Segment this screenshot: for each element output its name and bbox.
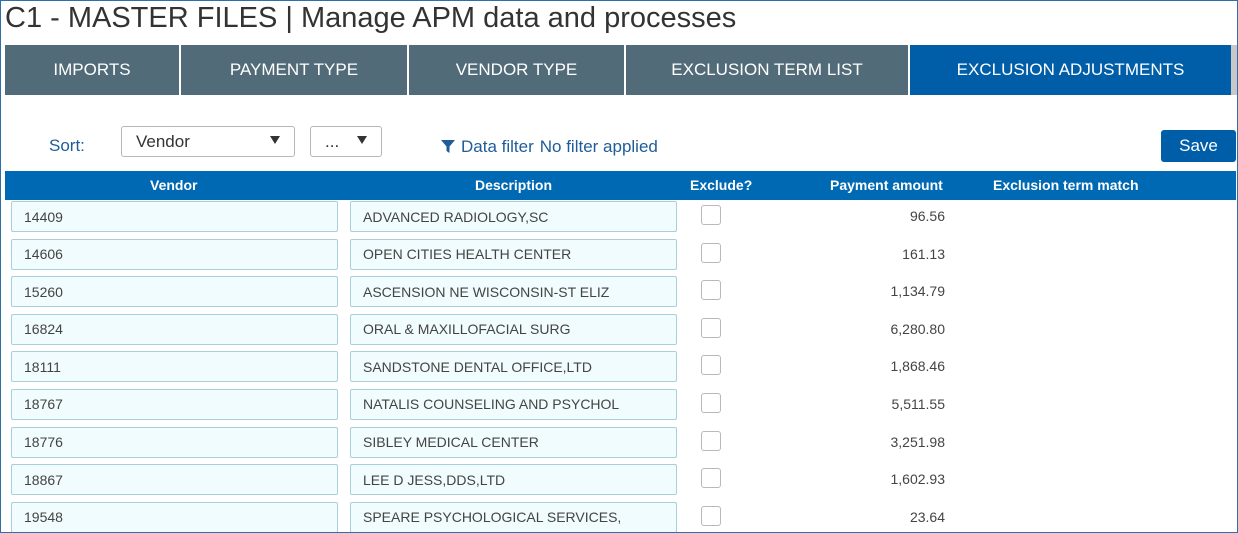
tab-imports[interactable]: IMPORTS [5, 45, 181, 95]
vendor-field[interactable]: 15260 [11, 276, 338, 308]
payment-amount: 6,280.80 [890, 320, 946, 337]
exclude-checkbox[interactable] [701, 392, 721, 413]
table-row: 19548 SPEARE PSYCHOLOGICAL SERVICES, 23.… [1, 501, 1237, 532]
table-row: 18776 SIBLEY MEDICAL CENTER 3,251.98 [1, 426, 1237, 464]
payment-amount: 23.64 [909, 508, 945, 525]
exclude-checkbox[interactable] [701, 430, 721, 451]
payment-amount: 161.13 [902, 245, 945, 262]
table-row: 16824 ORAL & MAXILLOFACIAL SURG 6,280.80 [1, 313, 1237, 351]
tab-exclusion-term-list[interactable]: EXCLUSION TERM LIST [626, 45, 910, 95]
tab-bar: IMPORTS PAYMENT TYPE VENDOR TYPE EXCLUSI… [5, 45, 1231, 95]
vendor-field[interactable]: 18111 [11, 351, 338, 383]
table-row: 14606 OPEN CITIES HEALTH CENTER 161.13 [1, 238, 1237, 276]
exclude-checkbox[interactable] [701, 280, 721, 301]
table-row: 18111 SANDSTONE DENTAL OFFICE,LTD 1,868.… [1, 350, 1237, 388]
exclude-checkbox[interactable] [701, 242, 721, 263]
exclude-checkbox[interactable] [701, 317, 721, 338]
grid-header: Vendor Description Exclude? Payment amou… [5, 171, 1236, 200]
description-field[interactable]: SANDSTONE DENTAL OFFICE,LTD [350, 351, 677, 383]
column-header-exclusion-term-match[interactable]: Exclusion term match [993, 177, 1139, 193]
exclude-checkbox[interactable] [701, 468, 721, 489]
description-field[interactable]: LEE D JESS,DDS,LTD [350, 464, 677, 496]
description-field[interactable]: SIBLEY MEDICAL CENTER [350, 426, 677, 458]
payment-amount: 3,251.98 [890, 433, 946, 450]
page-title: C1 - MASTER FILES | Manage APM data and … [5, 2, 737, 34]
description-field[interactable]: ADVANCED RADIOLOGY,SC [350, 201, 677, 232]
vendor-field[interactable]: 18767 [11, 388, 338, 420]
description-field[interactable]: NATALIS COUNSELING AND PSYCHOL [350, 388, 677, 420]
description-field[interactable]: OPEN CITIES HEALTH CENTER [350, 238, 677, 270]
data-filter-link[interactable]: Data filter No filter applied [441, 137, 658, 157]
sort-label: Sort: [49, 136, 85, 155]
caret-down-icon [357, 136, 367, 144]
payment-amount: 96.56 [909, 208, 945, 224]
table-row: 14409 ADVANCED RADIOLOGY,SC 96.56 [1, 200, 1237, 238]
column-header-exclude[interactable]: Exclude? [690, 177, 752, 193]
vendor-field[interactable]: 18867 [11, 464, 338, 496]
sort-field-select[interactable]: Vendor [121, 126, 295, 157]
exclude-checkbox[interactable] [701, 355, 721, 376]
vendor-field[interactable]: 16824 [11, 313, 338, 345]
description-field[interactable]: SPEARE PSYCHOLOGICAL SERVICES, [350, 501, 677, 532]
column-header-payment-amount[interactable]: Payment amount [830, 177, 943, 193]
table-row: 18767 NATALIS COUNSELING AND PSYCHOL 5,5… [1, 388, 1237, 426]
funnel-icon [441, 140, 455, 153]
exclude-checkbox[interactable] [701, 505, 721, 526]
tab-payment-type[interactable]: PAYMENT TYPE [181, 45, 409, 95]
filter-status: No filter applied [539, 137, 658, 156]
sort-direction-select[interactable]: ... [310, 126, 382, 157]
payment-amount: 1,868.46 [890, 358, 946, 375]
exclude-checkbox[interactable] [701, 205, 721, 225]
payment-amount: 1,602.93 [890, 471, 946, 488]
description-field[interactable]: ORAL & MAXILLOFACIAL SURG [350, 313, 677, 345]
grid-body: 14409 ADVANCED RADIOLOGY,SC 96.56 14606 … [1, 200, 1237, 532]
app-frame: C1 - MASTER FILES | Manage APM data and … [0, 0, 1238, 533]
vendor-field[interactable]: 14606 [11, 238, 338, 270]
data-filter-label: Data filter [461, 137, 534, 156]
tab-bar-scrollbar[interactable] [1231, 45, 1237, 95]
column-header-vendor[interactable]: Vendor [150, 177, 197, 193]
sort-direction-value: ... [325, 131, 340, 151]
payment-amount: 1,134.79 [890, 283, 946, 300]
vendor-field[interactable]: 18776 [11, 426, 338, 458]
payment-amount: 5,511.55 [891, 395, 945, 412]
column-header-description[interactable]: Description [475, 177, 552, 193]
table-row: 15260 ASCENSION NE WISCONSIN-ST ELIZ 1,1… [1, 275, 1237, 313]
vendor-field[interactable]: 19548 [11, 501, 338, 532]
save-button[interactable]: Save [1161, 130, 1236, 162]
sort-field-value: Vendor [136, 131, 190, 151]
description-field[interactable]: ASCENSION NE WISCONSIN-ST ELIZ [350, 276, 677, 308]
vendor-field[interactable]: 14409 [11, 201, 338, 232]
tab-exclusion-adjustments[interactable]: EXCLUSION ADJUSTMENTS [910, 45, 1231, 95]
table-row: 18867 LEE D JESS,DDS,LTD 1,602.93 [1, 463, 1237, 501]
tab-vendor-type[interactable]: VENDOR TYPE [409, 45, 626, 95]
caret-down-icon [270, 136, 280, 144]
